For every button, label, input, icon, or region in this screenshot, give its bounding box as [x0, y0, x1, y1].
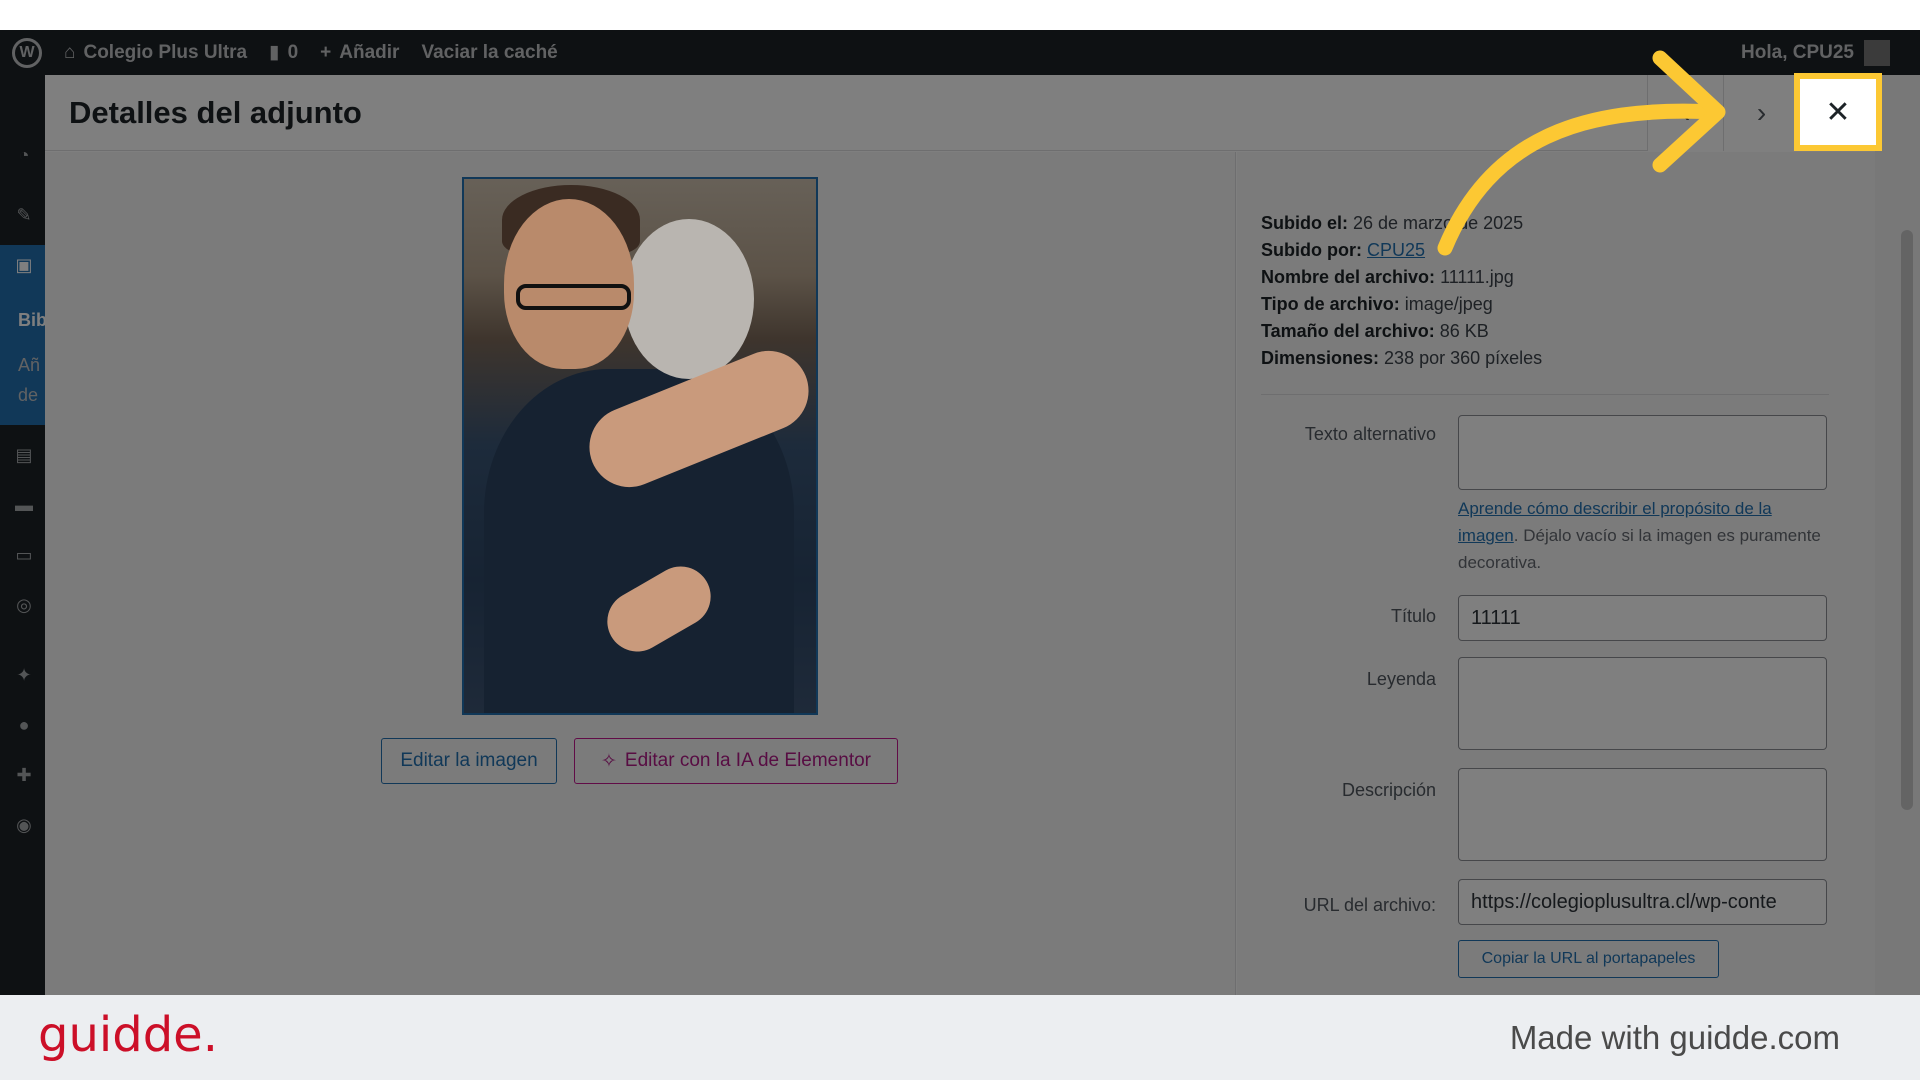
dashboard-icon[interactable]: ◔ — [14, 145, 34, 165]
uploaded-by: Subido por: CPU25 — [1261, 237, 1542, 264]
comments-link[interactable]: ▮ 0 — [269, 41, 298, 64]
edit-with-ai-button[interactable]: ✧ Editar con la IA de Elementor — [574, 738, 898, 784]
dimensions-label: Dimensiones: — [1261, 348, 1380, 368]
uploaded-on-label: Subido el: — [1261, 213, 1348, 233]
title-label: Título — [1390, 606, 1436, 626]
comment-icon: ▮ — [269, 42, 280, 63]
avatar — [1864, 39, 1890, 66]
file-size-label: Tamaño del archivo: — [1261, 321, 1435, 341]
description-field[interactable] — [1458, 768, 1827, 861]
menu-media-sub[interactable]: de — [18, 385, 38, 406]
dimensions-value: 238 por 360 píxeles — [1384, 348, 1543, 368]
attachment-details-modal: Detalles del adjunto ‹ › ✕ — [45, 75, 1913, 995]
file-url-field[interactable]: https://colegioplusultra.cl/wp-conte — [1458, 879, 1827, 925]
admin-bar: W ⌂ Colegio Plus Ultra ▮ 0 + Añadir Vaci… — [0, 30, 1920, 75]
highlighted-close-button[interactable]: ✕ — [1794, 73, 1882, 151]
page-background — [1875, 75, 1920, 995]
chevron-right-icon: › — [1756, 97, 1767, 128]
screenshot-stage: W ⌂ Colegio Plus Ultra ▮ 0 + Añadir Vaci… — [0, 0, 1920, 1080]
admin-menu: ◔ ✎ ▣ Bib Añ de ▤ ▬ ▭ ◎ ✦ ● ✚ ◉ — [0, 75, 47, 995]
users-icon[interactable]: ● — [14, 715, 34, 735]
footer: guidde. Made with guidde.com — [0, 995, 1920, 1080]
clear-cache-label: Vaciar la caché — [421, 41, 558, 63]
chevron-left-icon: ‹ — [1680, 97, 1691, 128]
edit-image-button[interactable]: Editar la imagen — [381, 738, 557, 784]
file-name-label: Nombre del archivo: — [1261, 267, 1436, 287]
media-icon: ▣ — [15, 254, 33, 275]
uploaded-by-label: Subido por: — [1261, 240, 1362, 260]
close-icon: ✕ — [1825, 95, 1851, 129]
wordpress-logo-icon[interactable]: W — [12, 37, 42, 68]
next-button[interactable]: › — [1723, 75, 1799, 151]
copy-url-button[interactable]: Copiar la URL al portapapeles — [1458, 940, 1719, 978]
uploaded-on-value: 26 de marzo de 2025 — [1353, 213, 1524, 233]
file-size: Tamaño del archivo: 86 KB — [1261, 318, 1542, 345]
file-size-value: 86 KB — [1439, 321, 1489, 341]
caption-label: Leyenda — [1366, 669, 1436, 689]
top-margin — [0, 0, 1920, 30]
caption-field[interactable] — [1458, 657, 1827, 750]
uploaded-on: Subido el: 26 de marzo de 2025 — [1261, 210, 1542, 237]
folder-icon[interactable]: ▭ — [14, 545, 34, 565]
divider — [1261, 394, 1829, 395]
modal-header: Detalles del adjunto ‹ › ✕ — [45, 75, 1875, 151]
pages-icon[interactable]: ▤ — [14, 445, 34, 465]
file-type: Tipo de archivo: image/jpeg — [1261, 291, 1542, 318]
alt-text-help: Aprende cómo describir el propósito de l… — [1458, 495, 1833, 576]
plus-icon: + — [320, 41, 332, 63]
media-preview-pane: Editar la imagen ✧ Editar con la IA de E… — [45, 152, 1236, 995]
alt-text-field[interactable] — [1458, 415, 1827, 490]
settings-icon[interactable]: ◉ — [14, 815, 34, 835]
pin-icon[interactable]: ✎ — [14, 205, 34, 225]
comments-menu-icon[interactable]: ▬ — [14, 495, 34, 515]
made-with-text: Made with guidde.com — [1509, 1019, 1840, 1056]
site-name-link[interactable]: ⌂ Colegio Plus Ultra — [64, 42, 247, 64]
add-new-label: Añadir — [339, 41, 400, 63]
file-name: Nombre del archivo: 11111.jpg — [1261, 264, 1542, 291]
dimensions: Dimensiones: 238 por 360 píxeles — [1261, 345, 1542, 372]
file-url-label: URL del archivo: — [1303, 895, 1436, 915]
file-name-value: 11111.jpg — [1440, 267, 1514, 287]
uploaded-by-link[interactable]: CPU25 — [1367, 240, 1425, 260]
edit-ai-label: Editar con la IA de Elementor — [624, 750, 871, 771]
modal-title: Detalles del adjunto — [69, 95, 362, 130]
attachment-image — [462, 177, 818, 715]
menu-media-label: Bib — [18, 310, 47, 330]
tools-icon[interactable]: ✦ — [14, 665, 34, 685]
attachment-details-sidebar: Subido el: 26 de marzo de 2025 Subido po… — [1237, 152, 1875, 995]
edit-image-label: Editar la imagen — [400, 750, 538, 771]
clear-cache-link[interactable]: Vaciar la caché — [421, 42, 557, 64]
menu-media-add[interactable]: Añ — [18, 355, 40, 376]
greeting: Hola, CPU25 — [1741, 41, 1854, 63]
wordpress-admin: W ⌂ Colegio Plus Ultra ▮ 0 + Añadir Vaci… — [0, 30, 1920, 995]
file-info: Subido el: 26 de marzo de 2025 Subido po… — [1261, 210, 1542, 372]
elementor-icon[interactable]: ◎ — [14, 595, 34, 615]
wrench-icon[interactable]: ✚ — [14, 765, 34, 785]
title-field[interactable]: 11111 — [1458, 595, 1827, 641]
alt-text-label: Texto alternativo — [1304, 424, 1436, 444]
file-type-value: image/jpeg — [1404, 294, 1493, 314]
previous-button[interactable]: ‹ — [1647, 75, 1723, 151]
comments-count: 0 — [287, 41, 299, 63]
add-new-link[interactable]: + Añadir — [320, 42, 399, 64]
home-icon: ⌂ — [64, 41, 76, 63]
description-label: Descripción — [1341, 780, 1436, 800]
site-name: Colegio Plus Ultra — [83, 41, 248, 63]
file-type-label: Tipo de archivo: — [1261, 294, 1400, 314]
scrollbar[interactable] — [1901, 230, 1913, 810]
photo-shape — [516, 284, 631, 310]
account-menu[interactable]: Hola, CPU25 — [1741, 30, 1890, 75]
sparkle-icon: ✧ — [600, 750, 617, 772]
guidde-logo: guidde. — [38, 1007, 218, 1063]
photo-shape — [624, 219, 754, 379]
